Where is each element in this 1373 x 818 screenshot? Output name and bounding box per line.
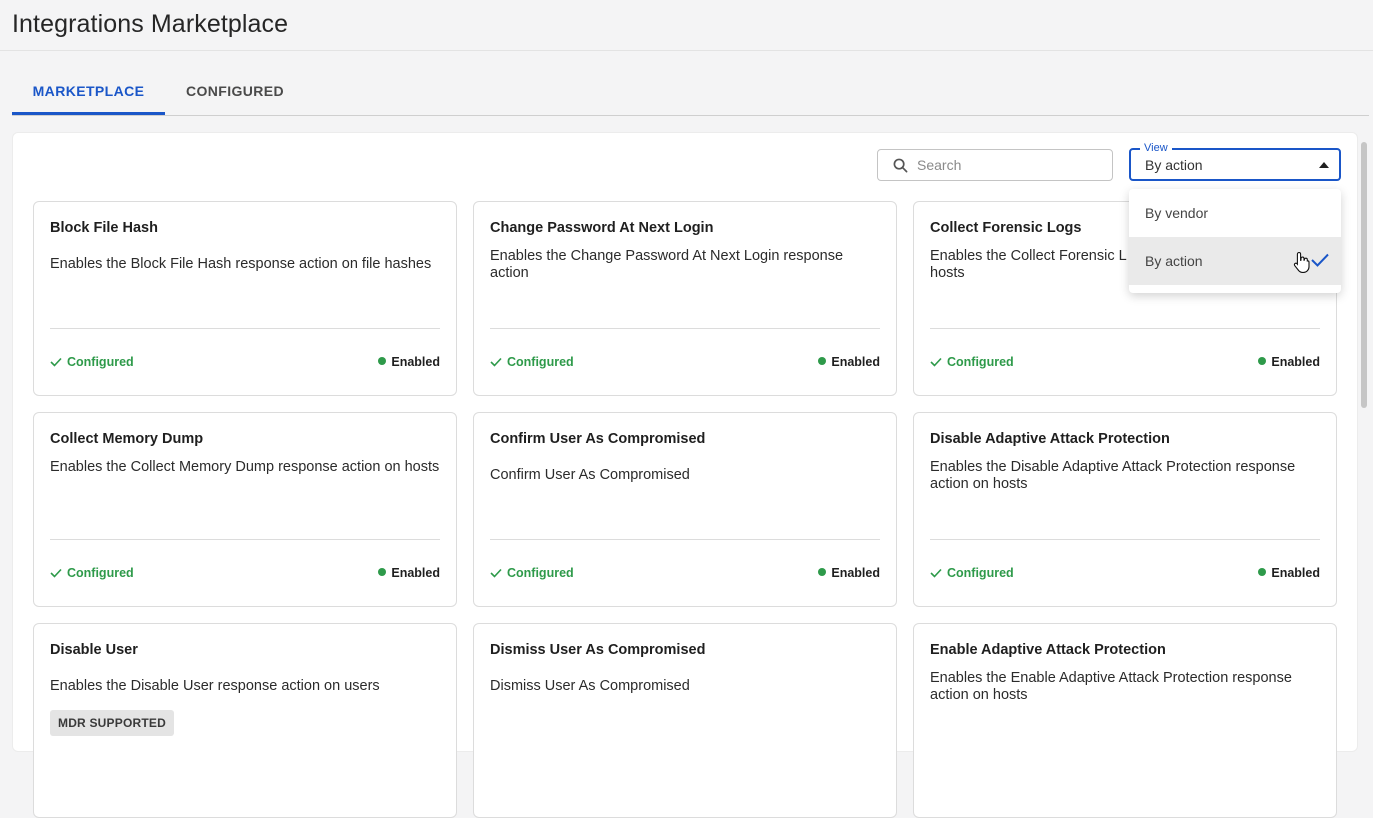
page-title: Integrations Marketplace [12,10,289,38]
card-divider [930,539,1320,540]
enabled-status: Enabled [378,355,440,369]
card-title: Disable Adaptive Attack Protection [930,431,1170,447]
check-icon [50,568,62,578]
configured-status: Configured [490,566,574,580]
card-divider [490,539,880,540]
enabled-dot-icon [1258,568,1267,576]
integration-card[interactable]: Disable User Enables the Disable User re… [33,623,457,818]
check-icon [930,568,942,578]
search-icon [893,158,908,173]
enabled-dot-icon [1258,357,1267,365]
enabled-status: Enabled [1258,566,1320,580]
integration-card[interactable]: Disable Adaptive Attack Protection Enabl… [913,412,1337,607]
card-title: Change Password At Next Login [490,220,714,236]
menu-item-label: By action [1145,253,1203,269]
enabled-label: Enabled [391,566,440,580]
card-divider [50,328,440,329]
card-description: Enables the Enable Adaptive Attack Prote… [930,670,1292,703]
card-description: Enables the Disable Adaptive Attack Prot… [930,459,1296,492]
configured-label: Configured [507,566,574,580]
integration-card[interactable]: Collect Memory Dump Enables the Collect … [33,412,457,607]
configured-status: Configured [50,355,134,369]
check-icon [1311,253,1329,267]
configured-status: Configured [490,355,574,369]
configured-label: Configured [67,355,134,369]
card-description-line2: hosts [930,265,965,281]
enabled-status: Enabled [818,566,880,580]
view-select-value: By action [1145,157,1203,173]
card-title: Dismiss User As Compromised [490,642,706,658]
card-description-line1: Enables the Collect Forensic L [930,248,1127,264]
check-icon [490,568,502,578]
enabled-status: Enabled [1258,355,1320,369]
card-divider [490,328,880,329]
enabled-label: Enabled [391,355,440,369]
configured-label: Configured [947,566,1014,580]
card-description: Enables the Block File Hash response act… [50,256,432,272]
enabled-dot-icon [378,357,387,365]
view-select-label: View [1140,142,1172,155]
card-title: Confirm User As Compromised [490,431,706,447]
configured-label: Configured [67,566,134,580]
view-dropdown-menu: By vendor By action [1129,189,1341,293]
mdr-supported-badge: MDR SUPPORTED [50,710,174,736]
card-title: Collect Memory Dump [50,431,204,447]
card-title: Collect Forensic Logs [930,220,1082,236]
scrollbar-thumb[interactable] [1361,142,1367,408]
integration-card[interactable]: Dismiss User As Compromised Dismiss User… [473,623,897,818]
configured-status: Configured [930,566,1014,580]
card-description: Confirm User As Compromised [490,467,690,483]
top-bar: Integrations Marketplace [0,0,1373,51]
card-description: Dismiss User As Compromised [490,678,690,694]
menu-item-by-vendor[interactable]: By vendor [1129,189,1341,237]
check-icon [50,357,62,367]
configured-label: Configured [947,355,1014,369]
enabled-label: Enabled [831,355,880,369]
card-description: Enables the Change Password At Next Logi… [490,248,844,281]
card-description: Enables the Collect Memory Dump response… [50,459,440,475]
card-title: Block File Hash [50,220,158,236]
card-title: Enable Adaptive Attack Protection [930,642,1166,658]
search-input[interactable] [917,155,1102,175]
tab-configured[interactable]: CONFIGURED [165,70,305,115]
check-icon [490,357,502,367]
integration-card[interactable]: Confirm User As Compromised Confirm User… [473,412,897,607]
search-box[interactable] [877,149,1113,181]
enabled-status: Enabled [818,355,880,369]
card-description: Enables the Disable User response action… [50,678,380,694]
hand-cursor-icon [1293,251,1310,273]
check-icon [930,357,942,367]
integration-card[interactable]: Change Password At Next Login Enables th… [473,201,897,396]
configured-label: Configured [507,355,574,369]
integration-card[interactable]: Enable Adaptive Attack Protection Enable… [913,623,1337,818]
enabled-dot-icon [818,568,827,576]
enabled-label: Enabled [831,566,880,580]
card-title: Disable User [50,642,138,658]
enabled-label: Enabled [1271,355,1320,369]
caret-up-icon [1319,162,1329,168]
tab-marketplace[interactable]: MARKETPLACE [12,70,165,115]
configured-status: Configured [50,566,134,580]
card-divider [930,328,1320,329]
tab-bar: MARKETPLACE CONFIGURED [12,70,1369,116]
enabled-label: Enabled [1271,566,1320,580]
integration-card[interactable]: Block File Hash Enables the Block File H… [33,201,457,396]
enabled-dot-icon [378,568,387,576]
card-divider [50,539,440,540]
enabled-dot-icon [818,357,827,365]
configured-status: Configured [930,355,1014,369]
enabled-status: Enabled [378,566,440,580]
